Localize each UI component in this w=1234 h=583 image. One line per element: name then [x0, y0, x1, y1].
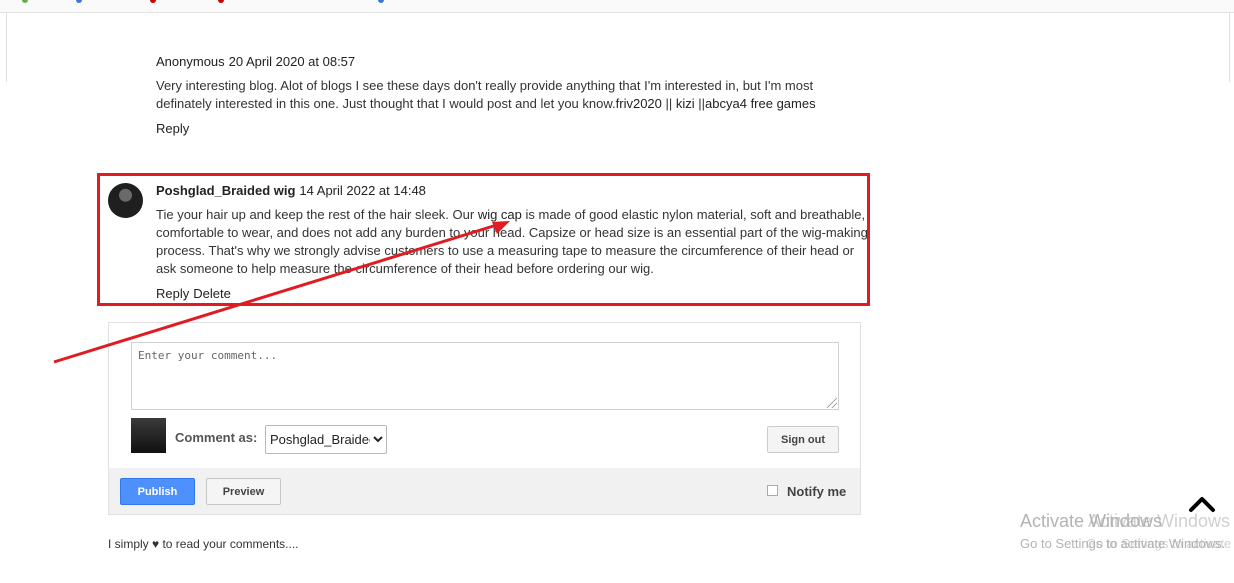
comment-link[interactable]: kizi [676, 96, 695, 111]
separator: || [694, 96, 706, 111]
back-to-top-chevron-icon[interactable] [1188, 495, 1216, 513]
sign-out-button[interactable]: Sign out [767, 426, 839, 453]
comment-form: Comment as: Poshglad_Braided wig Sign ou… [108, 322, 861, 515]
tab-icon [218, 0, 224, 3]
comment-timestamp[interactable]: 20 April 2020 at 08:57 [229, 54, 356, 69]
comment-header: Anonymous 20 April 2020 at 08:57 [156, 54, 868, 69]
favicon-icon [22, 0, 28, 3]
form-footer: Publish Preview Notify me [109, 468, 860, 514]
footer-note: I simply ♥ to read your comments.... [108, 537, 299, 551]
reply-button[interactable]: Reply [156, 121, 189, 136]
comment-author[interactable]: Anonymous [156, 54, 225, 69]
avatar [131, 418, 166, 453]
tab-icon [150, 0, 156, 3]
separator: || [661, 96, 676, 111]
notify-checkbox[interactable] [767, 485, 778, 496]
comment-actions: Reply [156, 121, 868, 136]
comment-body: Very interesting blog. Alot of blogs I s… [156, 77, 868, 113]
preview-button[interactable]: Preview [206, 478, 281, 505]
highlight-box [97, 173, 870, 306]
resize-handle-icon[interactable] [827, 398, 837, 408]
activate-windows-title-ghost: Activate Windows [1088, 511, 1231, 531]
divider [6, 12, 7, 82]
tab-icon [378, 0, 384, 3]
comment-link[interactable]: abcya4 free games [705, 96, 816, 111]
comment-input[interactable] [131, 342, 839, 410]
comment-link[interactable]: friv2020 [616, 96, 662, 111]
activate-windows-subtitle-ghost: Go to Settings to activate Windows. [1086, 536, 1234, 551]
comment-as-label: Comment as: [175, 430, 258, 445]
identity-select[interactable]: Poshglad_Braided wig [265, 425, 387, 454]
browser-top-strip [0, 0, 1234, 13]
publish-button[interactable]: Publish [120, 478, 195, 505]
tab-icon [76, 0, 82, 3]
comment-item: Anonymous 20 April 2020 at 08:57 Very int… [156, 54, 868, 136]
divider [1229, 12, 1230, 82]
notify-label: Notify me [787, 484, 847, 499]
